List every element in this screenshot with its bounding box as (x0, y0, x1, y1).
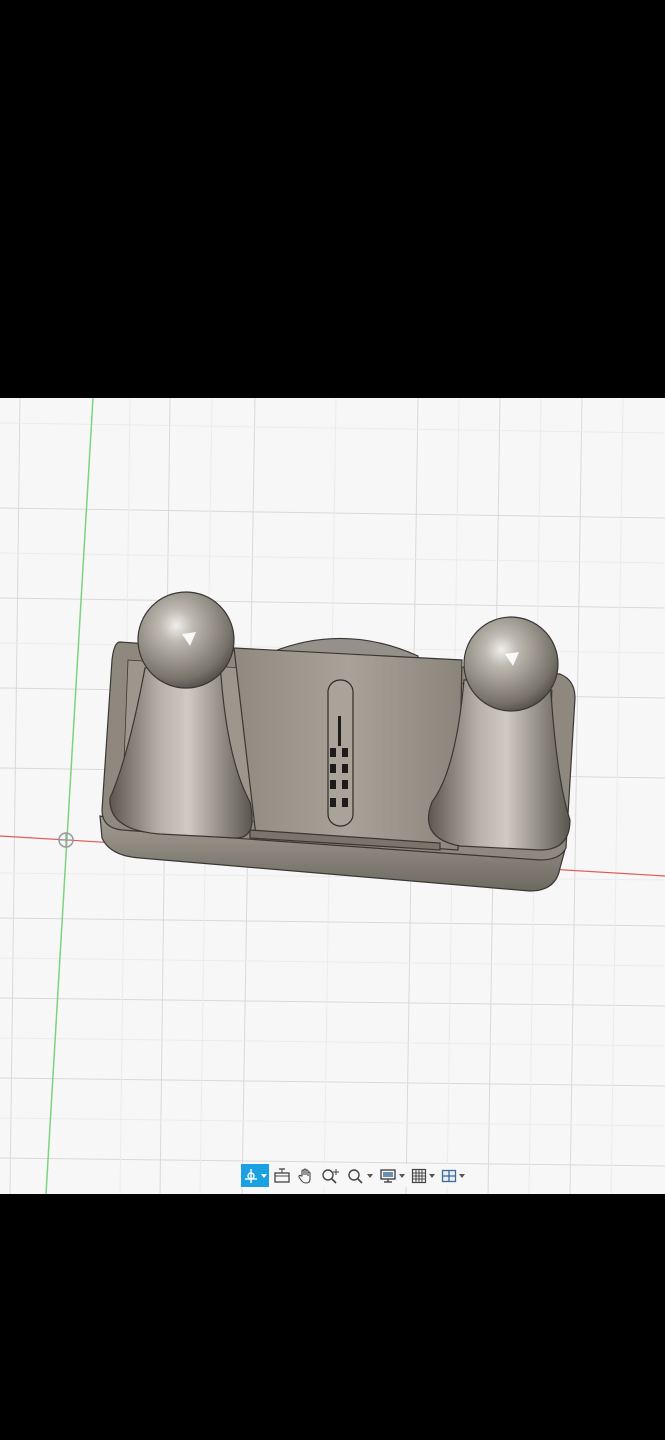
fit-zoom-icon (348, 1168, 363, 1184)
3d-model-holder (99, 591, 576, 892)
grid-snap-icon (411, 1168, 427, 1183)
viewport-scene[interactable] (0, 398, 665, 1194)
orbit-button[interactable] (241, 1164, 269, 1187)
zoom-icon (322, 1168, 339, 1184)
look-at-icon (274, 1167, 290, 1183)
navigation-toolbar (241, 1164, 467, 1187)
chevron-down-icon (261, 1173, 267, 1178)
letterbox-bottom (0, 1194, 665, 1440)
chevron-down-icon (399, 1173, 405, 1178)
origin-marker-icon (58, 832, 74, 848)
letterbox-top (0, 0, 665, 398)
chevron-down-icon (459, 1173, 465, 1178)
design-canvas[interactable] (0, 398, 665, 1194)
zoom-button[interactable] (319, 1164, 343, 1187)
chevron-down-icon (429, 1173, 435, 1178)
look-at-button[interactable] (271, 1164, 293, 1187)
viewports-icon (441, 1169, 457, 1182)
pan-button[interactable] (295, 1164, 317, 1187)
grid-snap-button[interactable] (409, 1164, 437, 1187)
fit-zoom-button[interactable] (345, 1164, 375, 1187)
display-settings-button[interactable] (377, 1164, 407, 1187)
chevron-down-icon (367, 1173, 373, 1178)
orbit-icon (245, 1168, 257, 1183)
display-settings-icon (380, 1168, 396, 1183)
pan-hand-icon (298, 1167, 311, 1184)
viewports-button[interactable] (439, 1164, 467, 1187)
y-axis-line (45, 398, 94, 1194)
